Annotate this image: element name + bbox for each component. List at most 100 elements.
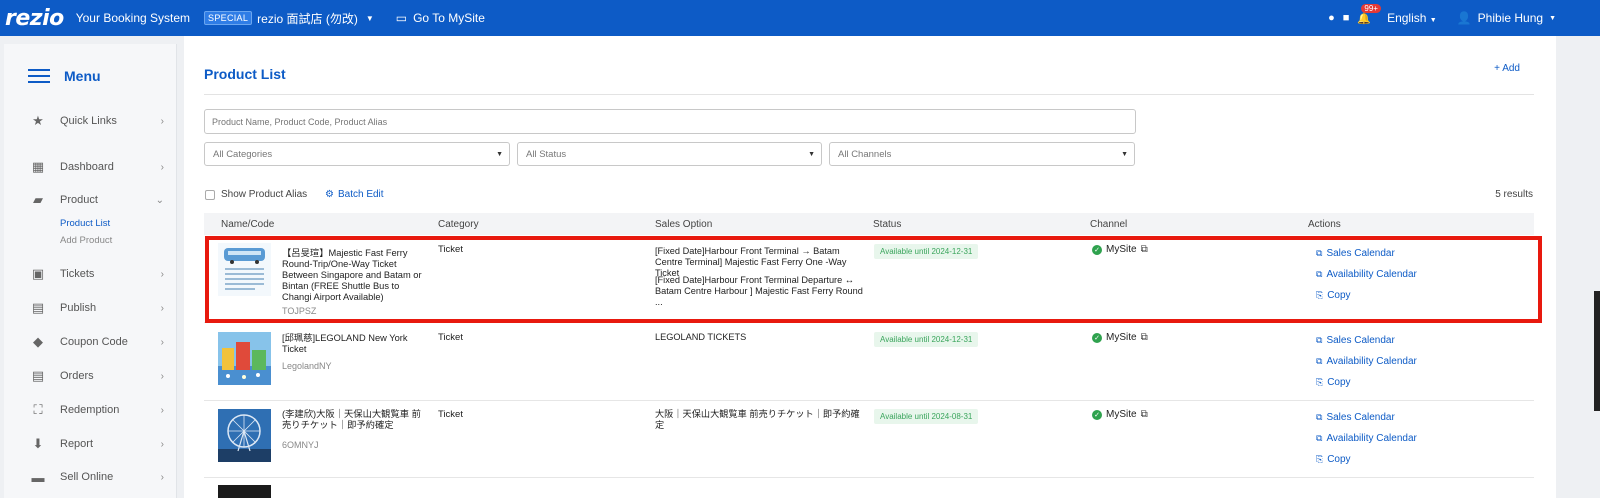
- sidebar-item-tickets[interactable]: ▣ Tickets ›: [30, 263, 170, 285]
- external-link-icon[interactable]: ⧉: [1141, 409, 1148, 420]
- tag-icon: ◆: [33, 334, 43, 349]
- sales-option: LEGOLAND TICKETS: [655, 332, 747, 342]
- scrollbar-thumb[interactable]: [1594, 291, 1600, 411]
- laptop-icon: ▭: [395, 11, 408, 25]
- sidebar-item-redemption[interactable]: ⛶ Redemption ›: [30, 399, 170, 421]
- sidebar-item-product[interactable]: ▰ Product ⌄: [30, 189, 170, 211]
- go-to-mysite-label: Go To MySite: [413, 11, 485, 25]
- star-icon: ★: [32, 113, 44, 128]
- product-thumbnail: [218, 409, 271, 462]
- channel-label: MySite: [1106, 332, 1137, 343]
- sidebar-item-quick-links[interactable]: ★ Quick Links ›: [30, 110, 170, 132]
- sidebar-item-label: Product: [60, 194, 98, 206]
- channel-select-value: All Channels: [838, 148, 892, 160]
- table-row[interactable]: (李建欣)大阪｜天保山大観覧車 前売りチケット｜即予約確定 6OMNYJ Tic…: [204, 401, 1534, 478]
- sales-calendar-link[interactable]: ⧉ Sales Calendar: [1316, 335, 1395, 346]
- bell-icon[interactable]: 🔔 99+: [1357, 3, 1381, 25]
- category-select[interactable]: All Categories ▼: [204, 142, 510, 166]
- help-icon[interactable]: ●: [1328, 12, 1335, 24]
- column-header-status: Status: [873, 219, 902, 230]
- store-selector[interactable]: rezio 面試店 (勿改): [257, 10, 358, 27]
- column-header-category: Category: [438, 219, 479, 230]
- sidebar-item-report[interactable]: ⬇ Report ›: [30, 433, 170, 455]
- channel-mysite[interactable]: ✓ MySite ⧉: [1092, 409, 1148, 420]
- external-link-icon[interactable]: ⧉: [1141, 332, 1148, 343]
- dashboard-icon: ▦: [31, 159, 45, 174]
- chevron-right-icon: ›: [160, 370, 164, 382]
- table-row[interactable]: [邱珮慈]LEGOLAND New York Ticket LegolandNY…: [204, 323, 1534, 401]
- action-label: Copy: [1327, 377, 1351, 388]
- chevron-right-icon: ›: [160, 268, 164, 280]
- copy-icon: ⎘: [1316, 454, 1324, 464]
- column-header-actions: Actions: [1308, 219, 1341, 230]
- store-icon: ▬: [31, 469, 45, 485]
- divider: [204, 94, 1534, 95]
- action-label: Sales Calendar: [1326, 412, 1395, 423]
- table-header: Name/Code Category Sales Option Status C…: [204, 213, 1534, 235]
- hamburger-icon: [28, 69, 50, 83]
- special-badge: SPECIAL: [204, 11, 253, 25]
- check-circle-icon: ✓: [1092, 409, 1102, 420]
- sidebar-item-coupon-code[interactable]: ◆ Coupon Code ›: [30, 331, 170, 353]
- copy-link[interactable]: ⎘ Copy: [1316, 377, 1351, 388]
- category-select-value: All Categories: [213, 148, 273, 160]
- product-name[interactable]: (李建欣)大阪｜天保山大観覧車 前売りチケット｜即予約確定: [282, 409, 428, 431]
- caret-down-icon: ▼: [496, 151, 503, 158]
- sidebar-item-publish[interactable]: ▤ Publish ›: [30, 297, 170, 319]
- show-product-alias-toggle[interactable]: Show Product Alias: [205, 189, 307, 200]
- results-count: 5 results: [1495, 189, 1533, 200]
- sidebar-item-orders[interactable]: ▤ Orders ›: [30, 365, 170, 387]
- sidebar-item-label: Quick Links: [60, 115, 117, 127]
- go-to-mysite-link[interactable]: ▭ Go To MySite: [396, 11, 485, 25]
- copy-icon: ⎘: [1316, 377, 1324, 387]
- product-name[interactable]: [邱珮慈]LEGOLAND New York Ticket: [282, 333, 428, 355]
- table-row[interactable]: [204, 479, 1534, 498]
- sidebar-item-label: Dashboard: [60, 161, 114, 173]
- chevron-right-icon: ›: [160, 438, 164, 450]
- menu-toggle[interactable]: Menu: [28, 68, 101, 84]
- chevron-down-icon: ▼: [1549, 14, 1556, 22]
- chat-icon[interactable]: ■: [1343, 12, 1350, 24]
- action-label: Sales Calendar: [1326, 335, 1395, 346]
- status-select[interactable]: All Status ▼: [517, 142, 822, 166]
- sidebar-subitem-product-list[interactable]: Product List: [60, 218, 110, 229]
- batch-edit-button[interactable]: ⚙ Batch Edit: [325, 189, 384, 200]
- caret-down-icon: ▼: [1121, 151, 1128, 158]
- action-label: Copy: [1327, 454, 1351, 465]
- product-thumbnail: [218, 332, 271, 385]
- page-title: Product List: [204, 66, 286, 82]
- sidebar-item-dashboard[interactable]: ▦ Dashboard ›: [30, 156, 170, 178]
- sidebar-item-label: Publish: [60, 302, 97, 314]
- chevron-down-icon: ▼: [1429, 17, 1437, 24]
- channel-mysite[interactable]: ✓ MySite ⧉: [1092, 332, 1148, 343]
- external-link-icon: ⧉: [1316, 356, 1323, 366]
- channel-select[interactable]: All Channels ▼: [829, 142, 1135, 166]
- sidebar-item-label: Report: [60, 438, 94, 450]
- external-link-icon: ⧉: [1316, 412, 1323, 422]
- external-link-icon: ⧉: [1316, 335, 1323, 345]
- chevron-down-icon[interactable]: ▼: [366, 14, 374, 23]
- sales-calendar-link[interactable]: ⧉ Sales Calendar: [1316, 412, 1395, 423]
- show-alias-label: Show Product Alias: [221, 189, 308, 200]
- user-menu[interactable]: 👤 Phibie Hung ▼: [1457, 11, 1556, 25]
- add-product-button[interactable]: + Add: [1494, 63, 1520, 74]
- action-label: Availability Calendar: [1326, 433, 1417, 444]
- menu-label: Menu: [64, 68, 101, 84]
- external-link-icon: ⧉: [1316, 433, 1323, 443]
- rezio-logo[interactable]: rezio: [5, 6, 64, 31]
- product-category: Ticket: [438, 409, 463, 420]
- top-navbar: rezio Your Booking System SPECIAL rezio …: [0, 0, 1600, 36]
- document-icon: ▤: [31, 368, 45, 383]
- sidebar-item-label: Coupon Code: [60, 336, 128, 348]
- search-input[interactable]: [204, 109, 1136, 134]
- product-code: 6OMNYJ: [282, 440, 319, 450]
- show-alias-checkbox[interactable]: [205, 189, 215, 200]
- sidebar-subitem-add-product[interactable]: Add Product: [60, 235, 112, 246]
- sales-option: 大阪｜天保山大観覧車 前売りチケット｜即予約確定: [655, 409, 860, 430]
- ticket-icon: ▣: [31, 266, 45, 281]
- copy-link[interactable]: ⎘ Copy: [1316, 454, 1351, 465]
- language-selector[interactable]: English ▼: [1387, 11, 1437, 25]
- sidebar-item-sell-online[interactable]: ▬ Sell Online ›: [30, 466, 170, 488]
- availability-calendar-link[interactable]: ⧉ Availability Calendar: [1316, 356, 1417, 367]
- availability-calendar-link[interactable]: ⧉ Availability Calendar: [1316, 433, 1417, 444]
